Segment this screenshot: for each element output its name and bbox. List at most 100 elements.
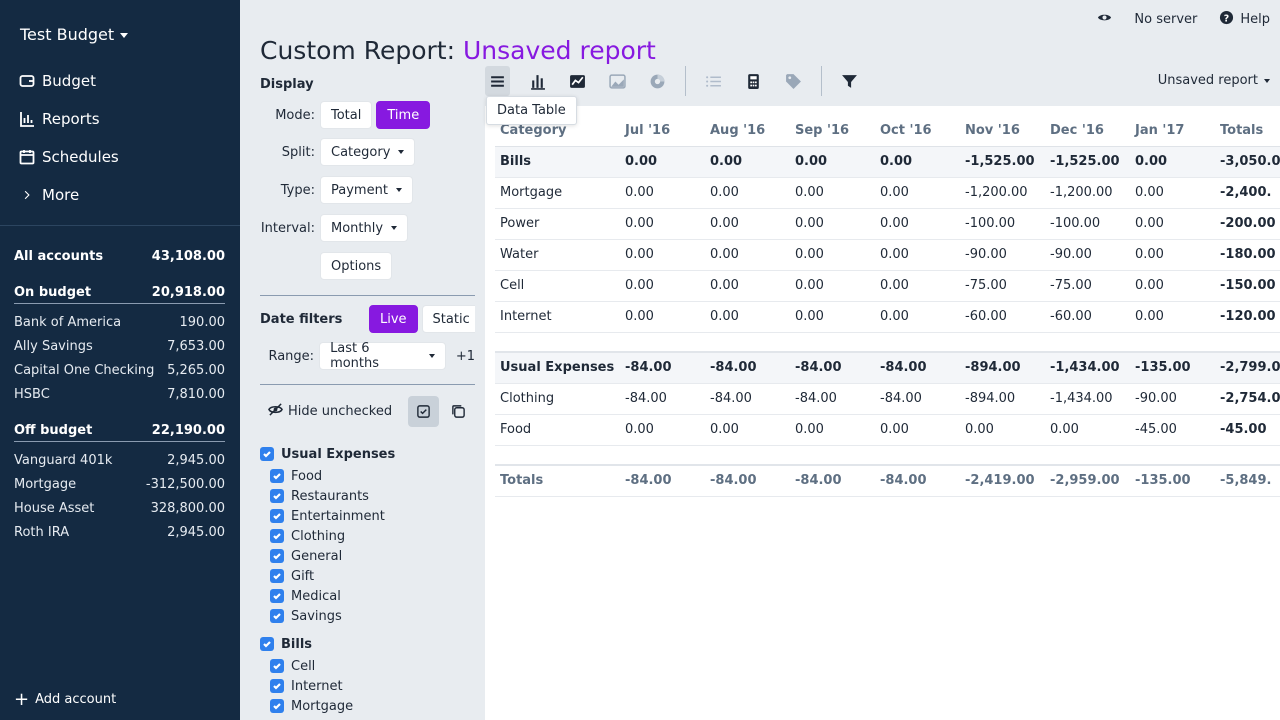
wallet-icon	[18, 72, 36, 90]
column-header[interactable]: Dec '16	[1045, 116, 1130, 147]
chevron-down-icon	[391, 226, 398, 230]
account-row[interactable]: House Asset 328,800.00	[14, 496, 225, 520]
donut-chart-button[interactable]	[645, 66, 670, 96]
checkbox-checked-icon[interactable]	[260, 447, 274, 461]
sidebar-item-reports[interactable]: Reports	[0, 100, 240, 138]
add-account-button[interactable]: + Add account	[14, 690, 116, 708]
category-cell: Mortgage	[495, 177, 620, 209]
checkbox-checked-icon[interactable]	[270, 589, 284, 603]
calculator-button[interactable]	[741, 66, 766, 96]
account-row[interactable]: Ally Savings 7,653.00	[14, 334, 225, 358]
checkbox-checked-icon[interactable]	[270, 679, 284, 693]
checkbox-checked-icon[interactable]	[270, 659, 284, 673]
column-header[interactable]: Oct '16	[875, 116, 960, 147]
account-row[interactable]: Capital One Checking 5,265.00	[14, 358, 225, 382]
category-checkbox[interactable]: Cell	[260, 656, 475, 676]
account-row[interactable]: HSBC 7,810.00	[14, 382, 225, 406]
category-checkbox[interactable]: Medical	[260, 586, 475, 606]
checkbox-checked-icon[interactable]	[270, 509, 284, 523]
category-checkbox[interactable]: Mortgage	[260, 696, 475, 716]
totals-row[interactable]: Totals -84.00 -84.00 -84.00 -84.00 -2,419.00-…	[495, 465, 1280, 497]
off-budget-header[interactable]: Off budget 22,190.00	[14, 420, 225, 442]
table-row[interactable]: Power 0.00 0.00 0.00 0.00 -100.00 -100.00 0.00-…	[495, 208, 1280, 240]
unselect-all-button[interactable]	[443, 396, 474, 427]
list-button[interactable]	[701, 66, 726, 96]
category-checkbox[interactable]: Restaurants	[260, 486, 475, 506]
mode-time-button[interactable]: Time	[376, 101, 431, 129]
checkbox-checked-icon[interactable]	[260, 637, 274, 651]
category-checkbox[interactable]: Internet	[260, 676, 475, 696]
category-checkbox[interactable]: Food	[260, 466, 475, 486]
sidebar-item-schedules[interactable]: Schedules	[0, 138, 240, 176]
table-row[interactable]: Internet 0.00 0.00 0.00 0.00 -60.00 -60.00 0.00…	[495, 301, 1280, 333]
category-checkbox[interactable]: Savings	[260, 606, 475, 626]
type-select[interactable]: Payment	[320, 176, 413, 204]
table-row[interactable]: Clothing -84.00 -84.00 -84.00 -84.00 -894.00-…	[495, 383, 1280, 415]
range-extra-button[interactable]: +1	[456, 349, 475, 364]
checkbox-checked-icon[interactable]	[270, 489, 284, 503]
table-row[interactable]: Mortgage 0.00 0.00 0.00 0.00 -1,200.00 -1,200.…	[495, 177, 1280, 209]
total-cell: -180.00	[1215, 239, 1280, 271]
help-button[interactable]: ? Help	[1219, 10, 1270, 29]
select-all-button[interactable]	[408, 396, 439, 427]
account-group-balance: 22,190.00	[151, 423, 225, 438]
checkbox-checked-icon[interactable]	[270, 529, 284, 543]
column-header[interactable]: Jul '16	[620, 116, 705, 147]
sidebar-item-budget[interactable]: Budget	[0, 62, 240, 100]
amount-cell: 0.00	[705, 414, 790, 446]
data-table-button[interactable]	[485, 66, 510, 96]
amount-cell: -2,419.00	[960, 465, 1045, 497]
category-group-checkbox[interactable]: Bills	[260, 632, 475, 656]
column-header[interactable]: Nov '16	[960, 116, 1045, 147]
line-chart-button[interactable]	[565, 66, 590, 96]
range-select[interactable]: Last 6 months	[319, 341, 446, 371]
checkbox-checked-icon[interactable]	[270, 549, 284, 563]
table-row[interactable]: Food 0.00 0.00 0.00 0.00 0.00 0.00 -45.00 -45.00	[495, 414, 1280, 446]
account-row[interactable]: Roth IRA 2,945.00	[14, 520, 225, 544]
account-row[interactable]: Mortgage -312,500.00	[14, 472, 225, 496]
category-checkbox[interactable]: Gift	[260, 566, 475, 586]
column-header[interactable]: Sep '16	[790, 116, 875, 147]
amount-cell: 0.00	[620, 270, 705, 302]
filter-button[interactable]	[837, 66, 862, 96]
checkbox-checked-icon[interactable]	[270, 469, 284, 483]
labels-button[interactable]	[781, 66, 806, 96]
group-row[interactable]: Usual Expenses -84.00 -84.00 -84.00 -84.00 -8…	[495, 352, 1280, 384]
split-select[interactable]: Category	[320, 138, 416, 166]
static-button[interactable]: Static	[421, 305, 475, 333]
category-group-checkbox[interactable]: Usual Expenses	[260, 442, 475, 466]
hide-unchecked-button[interactable]: Hide unchecked	[268, 402, 408, 421]
account-name: Mortgage	[14, 476, 77, 492]
category-checkbox[interactable]: General	[260, 546, 475, 566]
account-name: HSBC	[14, 386, 50, 402]
category-checkbox[interactable]: Clothing	[260, 526, 475, 546]
column-header[interactable]: Totals	[1215, 116, 1280, 147]
options-button[interactable]: Options	[320, 252, 393, 280]
privacy-toggle-button[interactable]	[1097, 10, 1112, 29]
account-row[interactable]: Vanguard 401k 2,945.00	[14, 448, 225, 472]
all-accounts[interactable]: All accounts 43,108.00	[14, 244, 225, 268]
amount-cell: -90.00	[1130, 383, 1215, 415]
interval-select[interactable]: Monthly	[320, 214, 409, 242]
checkbox-checked-icon[interactable]	[270, 569, 284, 583]
live-button[interactable]: Live	[369, 305, 418, 333]
budget-name-menu[interactable]: Test Budget	[20, 25, 129, 44]
table-body: Bills 0.00 0.00 0.00 0.00 -1,525.00 -1,525.00 0…	[495, 146, 1280, 497]
category-checkbox[interactable]: Entertainment	[260, 506, 475, 526]
bar-chart-button[interactable]	[525, 66, 550, 96]
column-header[interactable]: Aug '16	[705, 116, 790, 147]
column-header[interactable]: Jan '17	[1130, 116, 1215, 147]
mode-total-button[interactable]: Total	[320, 101, 373, 129]
group-row[interactable]: Bills 0.00 0.00 0.00 0.00 -1,525.00 -1,525.00 0…	[495, 146, 1280, 178]
account-row[interactable]: Bank of America 190.00	[14, 310, 225, 334]
spacer-row	[495, 445, 1280, 466]
table-row[interactable]: Water 0.00 0.00 0.00 0.00 -90.00 -90.00 0.00 -18…	[495, 239, 1280, 271]
checkbox-checked-icon[interactable]	[270, 699, 284, 713]
on-budget-header[interactable]: On budget 20,918.00	[14, 282, 225, 304]
table-row[interactable]: Cell 0.00 0.00 0.00 0.00 -75.00 -75.00 0.00 -150…	[495, 270, 1280, 302]
saved-reports-menu[interactable]: Unsaved report	[1158, 73, 1270, 88]
server-status-button[interactable]: No server	[1134, 12, 1197, 27]
sidebar-item-more[interactable]: More	[0, 176, 240, 214]
area-chart-button[interactable]	[605, 66, 630, 96]
checkbox-checked-icon[interactable]	[270, 609, 284, 623]
